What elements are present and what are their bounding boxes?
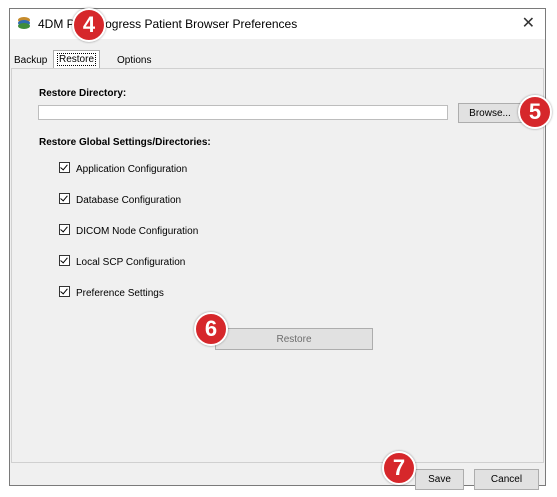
callout-badge-4: 4 [72, 8, 106, 42]
check-database-configuration[interactable]: Database Configuration [59, 192, 181, 206]
check-local-scp-configuration[interactable]: Local SCP Configuration [59, 254, 185, 268]
save-button[interactable]: Save [415, 469, 464, 490]
check-application-configuration[interactable]: Application Configuration [59, 161, 187, 175]
check-label: Local SCP Configuration [76, 257, 186, 268]
check-preference-settings[interactable]: Preference Settings [59, 285, 164, 299]
browse-button[interactable]: Browse... [458, 103, 522, 123]
tab-options-label: Options [117, 55, 152, 66]
checkbox-checked-icon[interactable] [59, 193, 70, 204]
restore-button[interactable]: Restore [215, 328, 373, 350]
check-label: Preference Settings [76, 288, 164, 299]
check-label: Database Configuration [76, 195, 182, 206]
cancel-button[interactable]: Cancel [474, 469, 539, 490]
check-label: Application Configuration [76, 164, 188, 175]
check-label: DICOM Node Configuration [76, 226, 199, 237]
restore-directory-label: Restore Directory: [39, 88, 127, 99]
callout-badge-7: 7 [382, 451, 416, 485]
close-icon[interactable]: ✕ [522, 13, 535, 33]
tab-options[interactable]: Options [114, 53, 154, 68]
callout-badge-6: 6 [194, 312, 228, 346]
checkbox-checked-icon[interactable] [59, 224, 70, 235]
checkbox-checked-icon[interactable] [59, 162, 70, 173]
tab-backup[interactable]: Backup [11, 53, 50, 68]
restore-panel: Restore Directory: Browse... Restore Glo… [11, 68, 544, 463]
check-dicom-node-configuration[interactable]: DICOM Node Configuration [59, 223, 198, 237]
checkbox-checked-icon[interactable] [59, 286, 70, 297]
tab-restore[interactable]: Restore [53, 50, 101, 69]
restore-directory-input[interactable] [38, 105, 448, 120]
preferences-window: 4DM PET Progress Patient Browser Prefere… [9, 8, 546, 490]
callout-badge-5: 5 [518, 95, 552, 129]
tab-backup-label: Backup [14, 55, 48, 66]
app-logo-icon [18, 17, 30, 29]
tab-restore-label: Restore [57, 53, 97, 66]
checkbox-checked-icon[interactable] [59, 255, 70, 266]
restore-global-label: Restore Global Settings/Directories: [39, 137, 211, 148]
